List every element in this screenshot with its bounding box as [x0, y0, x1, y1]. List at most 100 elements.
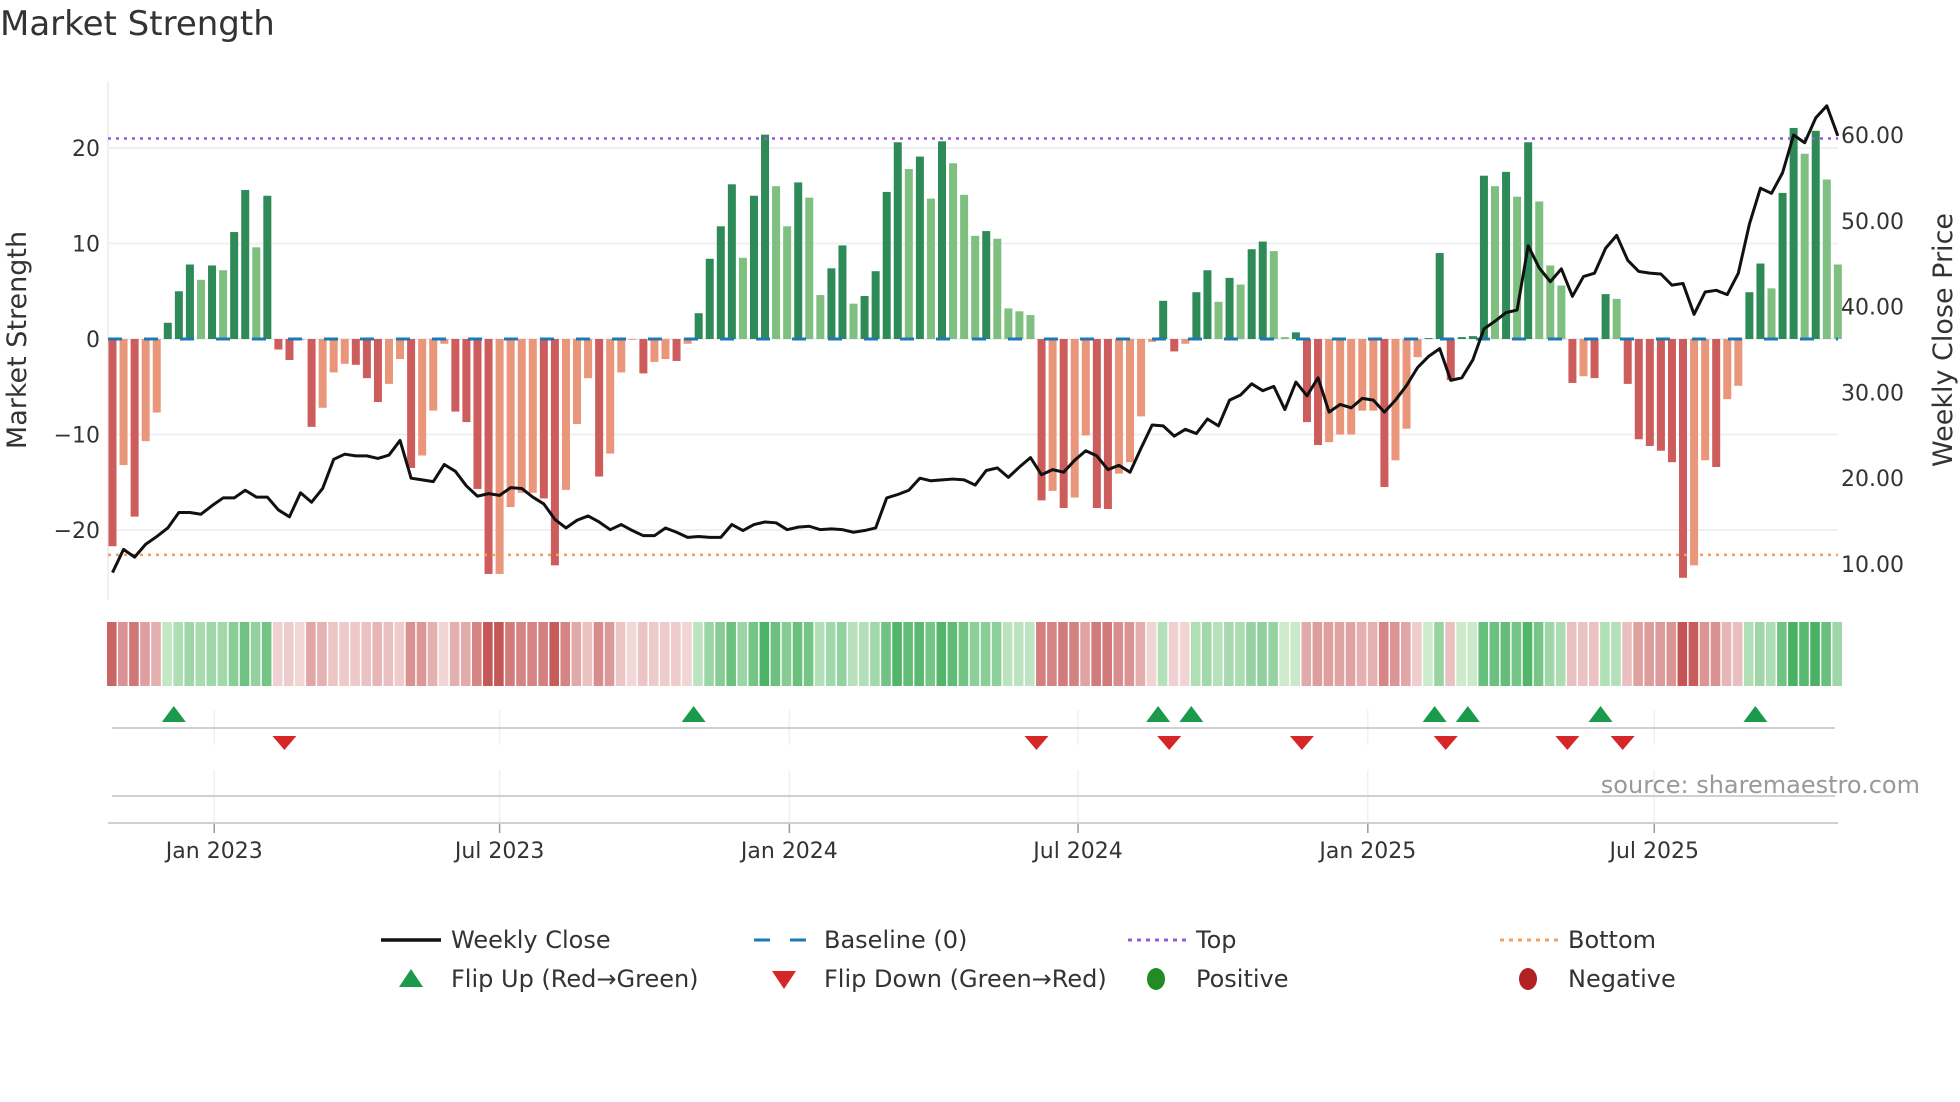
flip-up-marker — [1743, 706, 1768, 722]
strength-bar — [1468, 336, 1477, 339]
strength-bar — [1269, 251, 1278, 339]
heat-strip-cell — [980, 622, 991, 686]
heat-strip-cell — [936, 622, 947, 686]
heat-strip-cell — [1511, 622, 1522, 686]
strength-bar — [805, 197, 814, 339]
strength-bar — [362, 339, 371, 379]
strength-bar — [462, 339, 471, 423]
heat-strip-cell — [394, 622, 405, 686]
strength-bar — [1092, 339, 1101, 509]
x-tick-label: Jul 2025 — [1607, 839, 1699, 864]
strength-bar — [893, 142, 902, 339]
heat-strip-cell — [1710, 622, 1721, 686]
strength-bar — [1004, 308, 1013, 339]
x-tick-label: Jan 2023 — [164, 839, 263, 864]
heat-strip-cell — [1268, 622, 1278, 686]
legend-label-positive: Positive — [1196, 965, 1289, 993]
heat-strip-cell — [140, 622, 150, 686]
strength-bar — [196, 279, 205, 339]
heat-strip-cell — [1113, 622, 1124, 686]
strength-bar — [860, 296, 869, 339]
heat-strip-cell — [1754, 622, 1765, 686]
y-tick-label: −10 — [54, 424, 100, 449]
heat-strip-cell — [1500, 622, 1511, 686]
heat-strip-cell — [726, 622, 736, 686]
heat-strip-cell — [460, 622, 471, 686]
legend-label-top: Top — [1195, 926, 1237, 954]
strength-bar — [528, 339, 537, 493]
heat-strip-cell — [350, 622, 360, 686]
heat-strip-cell — [770, 622, 781, 686]
x-tick-label: Jul 2024 — [1031, 839, 1123, 864]
strength-bar — [152, 339, 161, 413]
heat-strip-cell — [1633, 622, 1643, 686]
strength-bar — [794, 182, 803, 339]
heat-strip-cell — [881, 622, 891, 686]
heat-strip-cell — [682, 622, 692, 686]
heat-strip-cell — [1821, 622, 1831, 686]
heat-strip-cell — [1622, 622, 1632, 686]
heat-strip-cell — [1080, 622, 1090, 686]
strength-bar — [1612, 298, 1621, 339]
heat-strip-cell — [969, 622, 980, 686]
heat-strip-cell — [1467, 622, 1477, 686]
heat-strip-cell — [1257, 622, 1267, 686]
strength-bar — [694, 313, 703, 339]
strength-bar — [1590, 339, 1599, 379]
heat-strip-cell — [1777, 622, 1787, 686]
strength-bar — [882, 191, 891, 339]
strength-bar — [938, 141, 946, 339]
heat-strip-cell — [1412, 622, 1422, 686]
heat-strip-cell — [1401, 622, 1411, 686]
flip-up-marker — [1455, 706, 1480, 722]
heat-strip-cell — [1168, 622, 1179, 686]
heat-strip-cell — [1810, 622, 1820, 686]
heat-strip-cell — [151, 622, 161, 686]
strength-bar — [738, 257, 747, 339]
flip-down-marker — [272, 736, 297, 750]
y2-tick-label: 20.00 — [1841, 467, 1904, 492]
strength-bar — [1734, 339, 1743, 386]
heat-strip-cell — [1047, 622, 1057, 686]
heat-strip-cell — [505, 622, 515, 686]
flip-up-marker — [1588, 706, 1613, 722]
y-tick-label: 0 — [86, 328, 100, 353]
heat-strip-cell — [1489, 622, 1500, 686]
heat-strip-cell — [1213, 622, 1223, 686]
strength-bar — [1325, 339, 1334, 443]
heat-strip-cell — [129, 622, 139, 686]
heat-strip-cell — [516, 622, 526, 686]
heat-strip-cell — [228, 622, 239, 686]
heat-strip-cell — [626, 622, 637, 686]
strength-bar — [1059, 339, 1068, 509]
flip-up-marker — [1146, 706, 1171, 722]
strength-bar — [318, 339, 327, 408]
heat-strip-cell — [1024, 622, 1035, 686]
strength-bar — [274, 339, 283, 350]
y-axis-title: Market Strength — [2, 231, 33, 449]
heat-strip-cell — [1555, 622, 1566, 686]
heat-strip-cell — [283, 622, 294, 686]
legend-circle-icon — [1519, 968, 1537, 990]
heat-strip-cell — [361, 622, 371, 686]
strength-bar — [705, 258, 714, 339]
heat-strip-cell — [272, 622, 283, 686]
market-strength-chart: 20 10 0 −10 −20 60.00 50.00 40.00 30.00 20.00 10.0… — [2, 81, 1959, 993]
heat-strip-cell — [1600, 622, 1610, 686]
strength-bar — [904, 169, 913, 339]
strength-bar — [329, 339, 338, 373]
strength-bar — [418, 339, 427, 456]
strength-bar — [517, 339, 526, 493]
strength-bar — [1280, 337, 1289, 339]
heat-strip-cell — [571, 622, 582, 686]
strength-bar — [1789, 127, 1798, 339]
strength-bar — [606, 339, 615, 454]
heat-strip-cell — [405, 622, 416, 686]
strength-bar — [451, 339, 460, 412]
heat-strip-cell — [1058, 622, 1068, 686]
heat-strip-cell — [958, 622, 969, 686]
strength-bar — [650, 339, 659, 362]
heat-strip-cell — [859, 622, 869, 686]
strength-bar — [661, 339, 670, 360]
heat-strip-cell — [925, 622, 936, 686]
